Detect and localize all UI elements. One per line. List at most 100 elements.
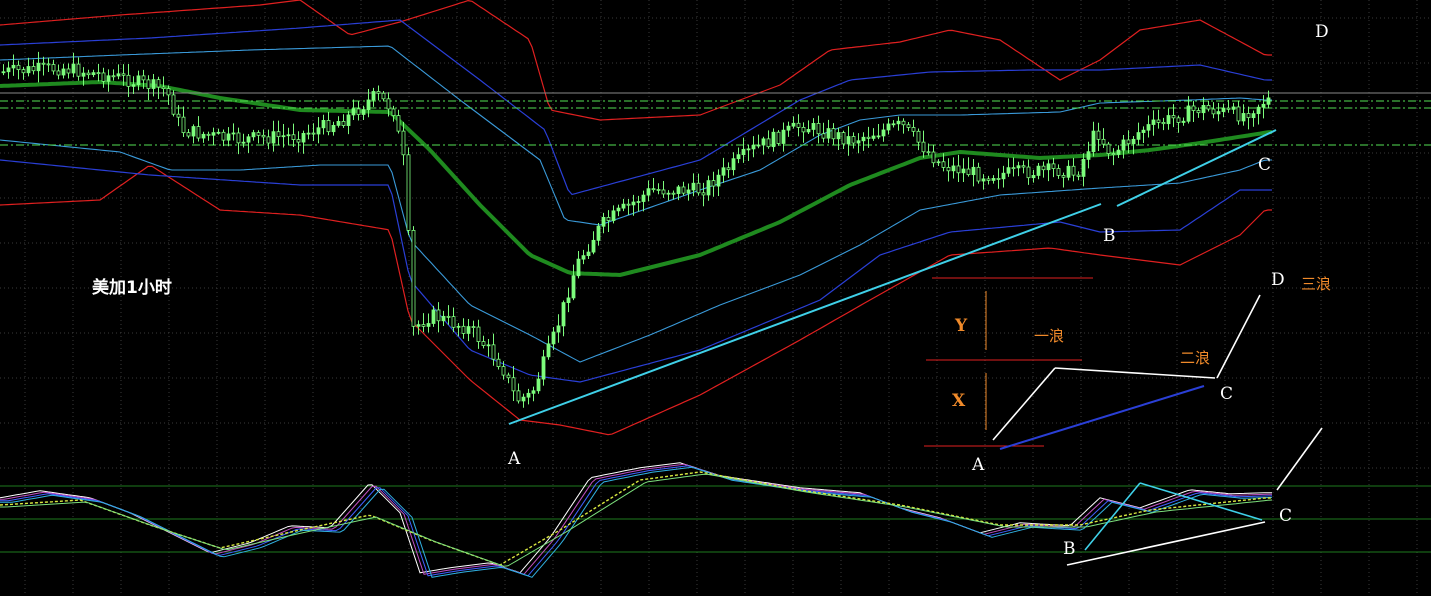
price-chart: 美加1小时 D A B C D C A B C Y X 一浪 二浪 三浪 bbox=[0, 0, 1431, 596]
candle-body bbox=[1176, 117, 1181, 123]
candle-body bbox=[11, 64, 16, 69]
candle-body bbox=[891, 123, 896, 126]
label-x: X bbox=[952, 391, 966, 411]
candle-body bbox=[1086, 151, 1091, 160]
candle-body bbox=[506, 374, 511, 379]
candle-body bbox=[726, 167, 731, 171]
candle-body bbox=[56, 70, 61, 76]
candle-body bbox=[261, 134, 266, 138]
candle-body bbox=[731, 158, 736, 171]
candle-body bbox=[241, 141, 246, 144]
label-osc-c: C bbox=[1279, 506, 1292, 526]
candle-body bbox=[401, 130, 406, 156]
candle-body bbox=[1166, 115, 1171, 125]
candle-body bbox=[1021, 165, 1026, 168]
candle-body bbox=[856, 140, 861, 144]
candle-body bbox=[671, 192, 676, 195]
candle-body bbox=[656, 189, 661, 191]
candle-body bbox=[526, 392, 531, 398]
oscillator-panel bbox=[0, 462, 1431, 578]
candle-body bbox=[711, 180, 716, 187]
candle-body bbox=[881, 129, 886, 137]
candle-body bbox=[1001, 172, 1006, 180]
candle-body bbox=[341, 121, 346, 126]
candle-body bbox=[1031, 175, 1036, 179]
candle-body bbox=[936, 161, 941, 164]
candle-body bbox=[786, 125, 791, 131]
candle-body bbox=[836, 132, 841, 140]
candle-body bbox=[636, 201, 641, 203]
candle-body bbox=[1006, 167, 1011, 174]
candle-body bbox=[101, 72, 106, 82]
candle-body bbox=[821, 133, 826, 139]
candle-body bbox=[1231, 106, 1236, 110]
candle-body bbox=[476, 326, 481, 342]
candle-body bbox=[1126, 139, 1131, 145]
candle-body bbox=[756, 144, 761, 147]
candle-body bbox=[456, 325, 461, 328]
candle-body bbox=[86, 72, 91, 76]
candle-body bbox=[761, 138, 766, 146]
candle-body bbox=[921, 141, 926, 153]
candle-body bbox=[211, 132, 216, 136]
candle-body bbox=[851, 136, 856, 144]
candle-body bbox=[371, 91, 376, 101]
label-wave3: 三浪 bbox=[1301, 275, 1331, 293]
candle-body bbox=[486, 344, 491, 347]
candle-body bbox=[591, 239, 596, 253]
candlesticks bbox=[1, 51, 1271, 408]
candle-body bbox=[386, 98, 391, 110]
candle-body bbox=[751, 144, 756, 150]
candle-body bbox=[96, 72, 101, 75]
candle-body bbox=[501, 366, 506, 376]
candle-body bbox=[1106, 143, 1111, 154]
candle-body bbox=[41, 62, 46, 65]
candle-body bbox=[491, 344, 496, 360]
candle-body bbox=[716, 174, 721, 187]
candle-body bbox=[1026, 166, 1031, 179]
candle-body bbox=[276, 131, 281, 138]
candle-body bbox=[81, 72, 86, 77]
label-main-c: C bbox=[1258, 155, 1271, 175]
label-legend-d: D bbox=[1271, 270, 1285, 290]
candle-body bbox=[1211, 108, 1216, 115]
candle-body bbox=[631, 201, 636, 206]
candle-body bbox=[106, 75, 111, 82]
candle-body bbox=[601, 216, 606, 227]
candle-body bbox=[451, 316, 456, 328]
candle-body bbox=[791, 122, 796, 127]
candle-body bbox=[661, 189, 666, 195]
candle-body bbox=[156, 79, 161, 88]
candle-body bbox=[36, 62, 41, 72]
candle-body bbox=[886, 123, 891, 131]
candle-body bbox=[1111, 153, 1116, 155]
candle-body bbox=[316, 127, 321, 135]
candle-body bbox=[291, 134, 296, 140]
candle-body bbox=[796, 122, 801, 128]
candle-body bbox=[746, 148, 751, 151]
candle-body bbox=[1241, 113, 1246, 122]
candle-body bbox=[1236, 106, 1241, 122]
candle-body bbox=[906, 124, 911, 128]
pattern-peak-to-c bbox=[1054, 367, 1216, 379]
candle-body bbox=[1186, 105, 1191, 122]
candle-body bbox=[771, 131, 776, 148]
candle-body bbox=[131, 84, 136, 87]
candle-body bbox=[736, 154, 741, 160]
candle-body bbox=[446, 315, 451, 318]
candle-body bbox=[1041, 165, 1046, 171]
candle-body bbox=[201, 133, 206, 139]
candle-body bbox=[626, 203, 631, 206]
candle-body bbox=[1191, 105, 1196, 111]
candle-body bbox=[691, 182, 696, 191]
candle-body bbox=[536, 378, 541, 392]
candle-body bbox=[1146, 124, 1151, 131]
candle-body bbox=[926, 151, 931, 154]
candle-body bbox=[181, 116, 186, 134]
candle-body bbox=[816, 123, 821, 135]
pattern-c-to-d bbox=[1216, 294, 1261, 379]
candle-body bbox=[441, 315, 446, 322]
osc-blue-line bbox=[1084, 482, 1141, 551]
candle-body bbox=[321, 120, 326, 129]
candle-body bbox=[366, 99, 371, 110]
